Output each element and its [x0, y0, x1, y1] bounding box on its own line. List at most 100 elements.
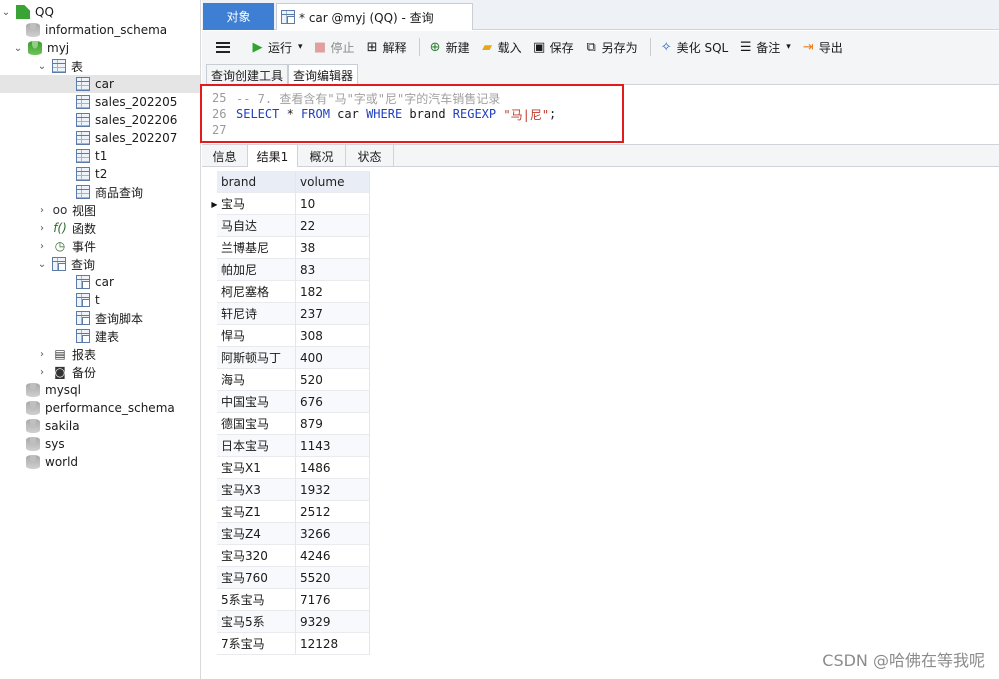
- cell-brand[interactable]: 马自达: [217, 215, 296, 237]
- table-row[interactable]: 兰博基尼 38: [212, 237, 370, 259]
- cell-volume[interactable]: 7176: [296, 589, 370, 611]
- cell-volume[interactable]: 2512: [296, 501, 370, 523]
- table-row[interactable]: 马自达 22: [212, 215, 370, 237]
- cell-brand[interactable]: 阿斯顿马丁: [217, 347, 296, 369]
- collapse-arrow-icon[interactable]: ⌄: [0, 6, 12, 18]
- load-button[interactable]: ▰ 载入: [480, 39, 522, 56]
- tree-table-sales-202205[interactable]: sales_202205: [0, 93, 200, 111]
- expand-arrow-icon[interactable]: ›: [36, 240, 48, 252]
- collapse-arrow-icon[interactable]: ⌄: [36, 60, 48, 72]
- tree-table-sales-202206[interactable]: sales_202206: [0, 111, 200, 129]
- cell-volume[interactable]: 38: [296, 237, 370, 259]
- table-row[interactable]: 中国宝马 676: [212, 391, 370, 413]
- cell-volume[interactable]: 83: [296, 259, 370, 281]
- table-row[interactable]: ▶ 宝马 10: [211, 193, 370, 215]
- tree-query-t[interactable]: t: [0, 291, 200, 309]
- cell-brand[interactable]: 宝马5系: [217, 611, 296, 633]
- save-button[interactable]: ▣ 保存: [532, 39, 574, 56]
- object-tree[interactable]: ⌄ QQ information_schema ⌄ myj ⌄ 表 car sa…: [0, 0, 201, 679]
- cell-brand[interactable]: 海马: [217, 369, 296, 391]
- expand-arrow-icon[interactable]: ›: [36, 222, 48, 234]
- tree-events-group[interactable]: › ◷ 事件: [0, 237, 200, 255]
- cell-brand[interactable]: 7系宝马: [217, 633, 296, 655]
- tree-connection[interactable]: ⌄ QQ: [0, 3, 200, 21]
- tab-objects[interactable]: 对象: [203, 3, 274, 30]
- collapse-arrow-icon[interactable]: ⌄: [36, 258, 48, 270]
- cell-brand[interactable]: 兰博基尼: [217, 237, 296, 259]
- cell-brand[interactable]: 5系宝马: [217, 589, 296, 611]
- table-row[interactable]: 海马 520: [212, 369, 370, 391]
- cell-volume[interactable]: 182: [296, 281, 370, 303]
- tree-db-information-schema[interactable]: information_schema: [0, 21, 200, 39]
- table-row[interactable]: 宝马X3 1932: [212, 479, 370, 501]
- column-header-brand[interactable]: brand: [217, 171, 296, 193]
- cell-volume[interactable]: 22: [296, 215, 370, 237]
- table-row[interactable]: 宝马Z1 2512: [212, 501, 370, 523]
- table-row[interactable]: 宝马Z4 3266: [212, 523, 370, 545]
- cell-volume[interactable]: 879: [296, 413, 370, 435]
- tab-info[interactable]: 信息: [202, 145, 248, 167]
- cell-volume[interactable]: 10: [296, 193, 370, 215]
- tab-status[interactable]: 状态: [346, 145, 394, 167]
- tree-db-world[interactable]: world: [0, 453, 200, 471]
- tree-tables-group[interactable]: ⌄ 表: [0, 57, 200, 75]
- table-row[interactable]: 7系宝马 12128: [212, 633, 370, 655]
- cell-volume[interactable]: 4246: [296, 545, 370, 567]
- sql-editor[interactable]: 25 -- 7. 查看含有"马"字或"尼"字的汽车销售记录 26 SELECT …: [202, 86, 999, 143]
- tree-query-car[interactable]: car: [0, 273, 200, 291]
- table-row[interactable]: 德国宝马 879: [212, 413, 370, 435]
- tree-query-create-table[interactable]: 建表: [0, 327, 200, 345]
- dropdown-arrow-icon[interactable]: ▾: [298, 42, 303, 52]
- cell-brand[interactable]: 中国宝马: [217, 391, 296, 413]
- run-button[interactable]: ▶ 运行 ▾: [250, 39, 303, 56]
- menu-icon[interactable]: [216, 41, 230, 53]
- tree-db-mysql[interactable]: mysql: [0, 381, 200, 399]
- table-row[interactable]: 帕加尼 83: [212, 259, 370, 281]
- tree-table-t2[interactable]: t2: [0, 165, 200, 183]
- cell-brand[interactable]: 日本宝马: [217, 435, 296, 457]
- tree-table-car[interactable]: car: [0, 75, 200, 93]
- explain-button[interactable]: ⊞ 解释: [365, 39, 407, 56]
- tree-query-script[interactable]: 查询脚本: [0, 309, 200, 327]
- new-button[interactable]: ⊕ 新建: [428, 39, 470, 56]
- export-button[interactable]: ⇥ 导出: [801, 39, 843, 56]
- table-row[interactable]: 阿斯顿马丁 400: [212, 347, 370, 369]
- cell-brand[interactable]: 宝马: [217, 193, 296, 215]
- tree-table-products[interactable]: 商品查询: [0, 183, 200, 201]
- table-row[interactable]: 宝马320 4246: [212, 545, 370, 567]
- cell-brand[interactable]: 宝马760: [217, 567, 296, 589]
- save-as-button[interactable]: ⧉ 另存为: [584, 39, 637, 56]
- table-row[interactable]: 宝马760 5520: [212, 567, 370, 589]
- cell-volume[interactable]: 1143: [296, 435, 370, 457]
- note-button[interactable]: ☰ 备注 ▾: [738, 39, 791, 56]
- table-row[interactable]: 宝马5系 9329: [212, 611, 370, 633]
- result-grid[interactable]: brand volume ▶ 宝马 10 马自达 22 兰博基尼 38 帕加尼 83 柯尼塞格 18…: [202, 168, 999, 679]
- table-row[interactable]: 宝马X1 1486: [212, 457, 370, 479]
- table-row[interactable]: 5系宝马 7176: [212, 589, 370, 611]
- table-row[interactable]: 悍马 308: [212, 325, 370, 347]
- tab-profile[interactable]: 概况: [298, 145, 346, 167]
- tab-result-1[interactable]: 结果1: [248, 145, 298, 167]
- cell-volume[interactable]: 520: [296, 369, 370, 391]
- tree-db-myj[interactable]: ⌄ myj: [0, 39, 200, 57]
- cell-brand[interactable]: 宝马X3: [217, 479, 296, 501]
- table-row[interactable]: 轩尼诗 237: [212, 303, 370, 325]
- expand-arrow-icon[interactable]: ›: [36, 366, 48, 378]
- cell-volume[interactable]: 237: [296, 303, 370, 325]
- cell-brand[interactable]: 德国宝马: [217, 413, 296, 435]
- cell-brand[interactable]: 宝马Z1: [217, 501, 296, 523]
- tab-query-builder[interactable]: 查询创建工具: [206, 64, 289, 85]
- tree-table-t1[interactable]: t1: [0, 147, 200, 165]
- tree-queries-group[interactable]: ⌄ 查询: [0, 255, 200, 273]
- dropdown-arrow-icon[interactable]: ▾: [786, 42, 791, 52]
- tree-backups-group[interactable]: › ◙ 备份: [0, 363, 200, 381]
- expand-arrow-icon[interactable]: ›: [36, 348, 48, 360]
- cell-volume[interactable]: 308: [296, 325, 370, 347]
- cell-volume[interactable]: 9329: [296, 611, 370, 633]
- cell-brand[interactable]: 宝马320: [217, 545, 296, 567]
- collapse-arrow-icon[interactable]: ⌄: [12, 42, 24, 54]
- cell-volume[interactable]: 1486: [296, 457, 370, 479]
- tree-reports-group[interactable]: › ▤ 报表: [0, 345, 200, 363]
- tree-table-sales-202207[interactable]: sales_202207: [0, 129, 200, 147]
- cell-volume[interactable]: 400: [296, 347, 370, 369]
